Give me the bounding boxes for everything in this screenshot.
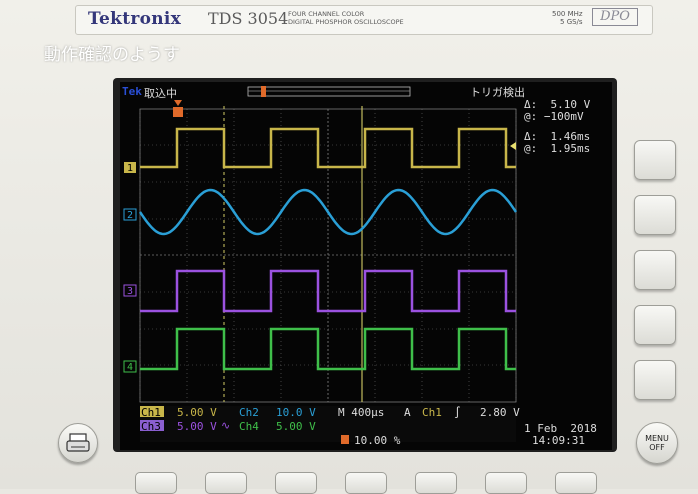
ch1-marker-label: 1	[127, 163, 133, 174]
bottom-menu-button-5[interactable]	[415, 472, 457, 494]
off-label: OFF	[649, 443, 665, 452]
brand-logo: Tektronix	[88, 9, 182, 29]
trigger-source: Ch1	[422, 406, 442, 419]
cursor-at-t: @: 1.95ms	[524, 142, 591, 155]
samplerate-label: 5 GS/s	[560, 18, 583, 26]
dpo-badge: DPO	[592, 8, 638, 26]
menu-off-button[interactable]: MENU OFF	[636, 422, 678, 464]
ch3-coupling-icon: ∿	[221, 419, 231, 432]
bottom-menu-button-4[interactable]	[345, 472, 387, 494]
trigger-pos-icon	[341, 435, 349, 444]
bottom-menu-button-2[interactable]	[205, 472, 247, 494]
side-menu-button-4[interactable]	[634, 305, 676, 345]
record-trigger-marker	[261, 86, 266, 97]
ch4-scale: 5.00 V	[276, 420, 316, 433]
timebase: M 400µs	[338, 406, 385, 419]
cursor-at-v: @: −100mV	[524, 110, 584, 123]
time: 14:09:31	[532, 434, 585, 447]
ch2-scale: 10.0 V	[276, 406, 316, 419]
model-description: FOUR CHANNEL COLOR DIGITAL PHOSPHOR OSCI…	[288, 10, 404, 26]
bottom-menu-button-6[interactable]	[485, 472, 527, 494]
ch3-label: Ch3	[141, 420, 161, 433]
menu-label: MENU	[645, 434, 669, 443]
trigger-mode: A	[404, 406, 411, 419]
trigger-position-marker[interactable]	[173, 107, 183, 117]
printer-icon	[66, 433, 90, 452]
trigger-level: 2.80 V	[480, 406, 520, 419]
bandwidth-label: 500 MHz	[552, 10, 583, 18]
ch2-waveform	[138, 188, 518, 236]
ch4-label: Ch4	[239, 420, 259, 433]
hardcopy-button[interactable]	[58, 423, 98, 463]
ch1-label: Ch1	[141, 406, 161, 419]
trigger-level-icon	[510, 142, 516, 150]
menu-off-label: MENU OFF	[637, 434, 677, 452]
side-menu-button-1[interactable]	[634, 140, 676, 180]
scope-display: 1 2 3 4 Tek 取込中 トリガ検出 Δ: 5.10 V @: −100m…	[120, 82, 612, 450]
bottom-menu-button-3[interactable]	[275, 472, 317, 494]
model-desc-line1: FOUR CHANNEL COLOR	[288, 10, 365, 18]
ch2-label: Ch2	[239, 406, 259, 419]
ch1-scale: 5.00 V	[177, 406, 217, 419]
record-view-bar	[247, 86, 411, 97]
trigger-state: トリガ検出	[470, 86, 525, 99]
side-menu-button-5[interactable]	[634, 360, 676, 400]
acquisition-status: 取込中	[144, 87, 177, 100]
trigger-position: 10.00 %	[354, 434, 401, 447]
ch3-scale: 5.00 V	[177, 420, 217, 433]
trigger-slope-icon: ∫	[454, 406, 461, 419]
side-menu-button-2[interactable]	[634, 195, 676, 235]
model-number: TDS 3054	[208, 9, 289, 28]
tek-logo: Tek	[122, 85, 142, 98]
model-desc-line2: DIGITAL PHOSPHOR OSCILLOSCOPE	[288, 18, 404, 26]
side-menu-button-3[interactable]	[634, 250, 676, 290]
caption-overlay: 動作確認のようす	[44, 45, 180, 65]
ch3-marker-label: 3	[127, 286, 133, 297]
bottom-menu-button-7[interactable]	[555, 472, 597, 494]
ch2-marker-label: 2	[127, 210, 133, 221]
ch4-marker-label: 4	[127, 362, 133, 373]
bottom-menu-button-1[interactable]	[135, 472, 177, 494]
spec-label: 500 MHz 5 GS/s	[552, 10, 583, 26]
